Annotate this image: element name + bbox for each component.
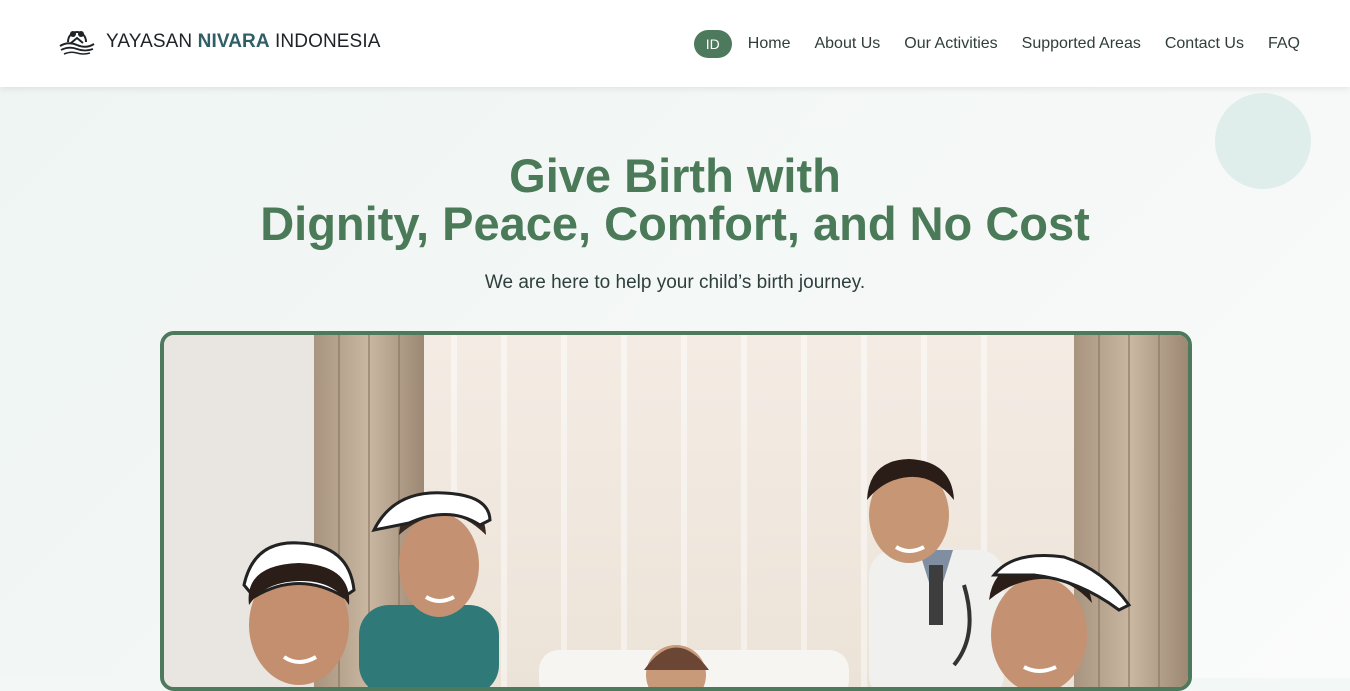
brand-prefix: YAYASAN xyxy=(106,31,193,52)
hero-subtitle: We are here to help your child’s birth j… xyxy=(484,272,866,293)
hero-title: Give Birth with Dignity, Peace, Comfort,… xyxy=(0,152,1350,248)
brand-name: YAYASAN NIVARA INDONESIA xyxy=(106,31,380,53)
language-toggle-button[interactable]: ID xyxy=(693,30,732,58)
nav-contact-us[interactable]: Contact Us xyxy=(1165,35,1244,53)
main-nav: ID Home About Us Our Activities Supporte… xyxy=(693,29,1300,59)
nav-about-us[interactable]: About Us xyxy=(814,35,880,53)
hero-title-line2: Dignity, Peace, Comfort, and No Cost xyxy=(260,197,1090,250)
hero-title-line1: Give Birth with xyxy=(509,149,841,202)
hero-image-frame xyxy=(160,331,1192,691)
medical-team-photo xyxy=(164,335,1188,687)
nav-our-activities[interactable]: Our Activities xyxy=(904,35,997,53)
mother-child-wave-logo-icon xyxy=(59,30,95,55)
site-header: YAYASAN NIVARA INDONESIA ID Home About U… xyxy=(0,0,1350,87)
brand-suffix: INDONESIA xyxy=(275,31,381,52)
nav-supported-areas[interactable]: Supported Areas xyxy=(1022,35,1141,53)
nav-home[interactable]: Home xyxy=(748,35,791,53)
brand[interactable]: YAYASAN NIVARA INDONESIA xyxy=(58,24,380,60)
brand-accent: NIVARA xyxy=(197,31,270,52)
nav-faq[interactable]: FAQ xyxy=(1268,35,1300,53)
